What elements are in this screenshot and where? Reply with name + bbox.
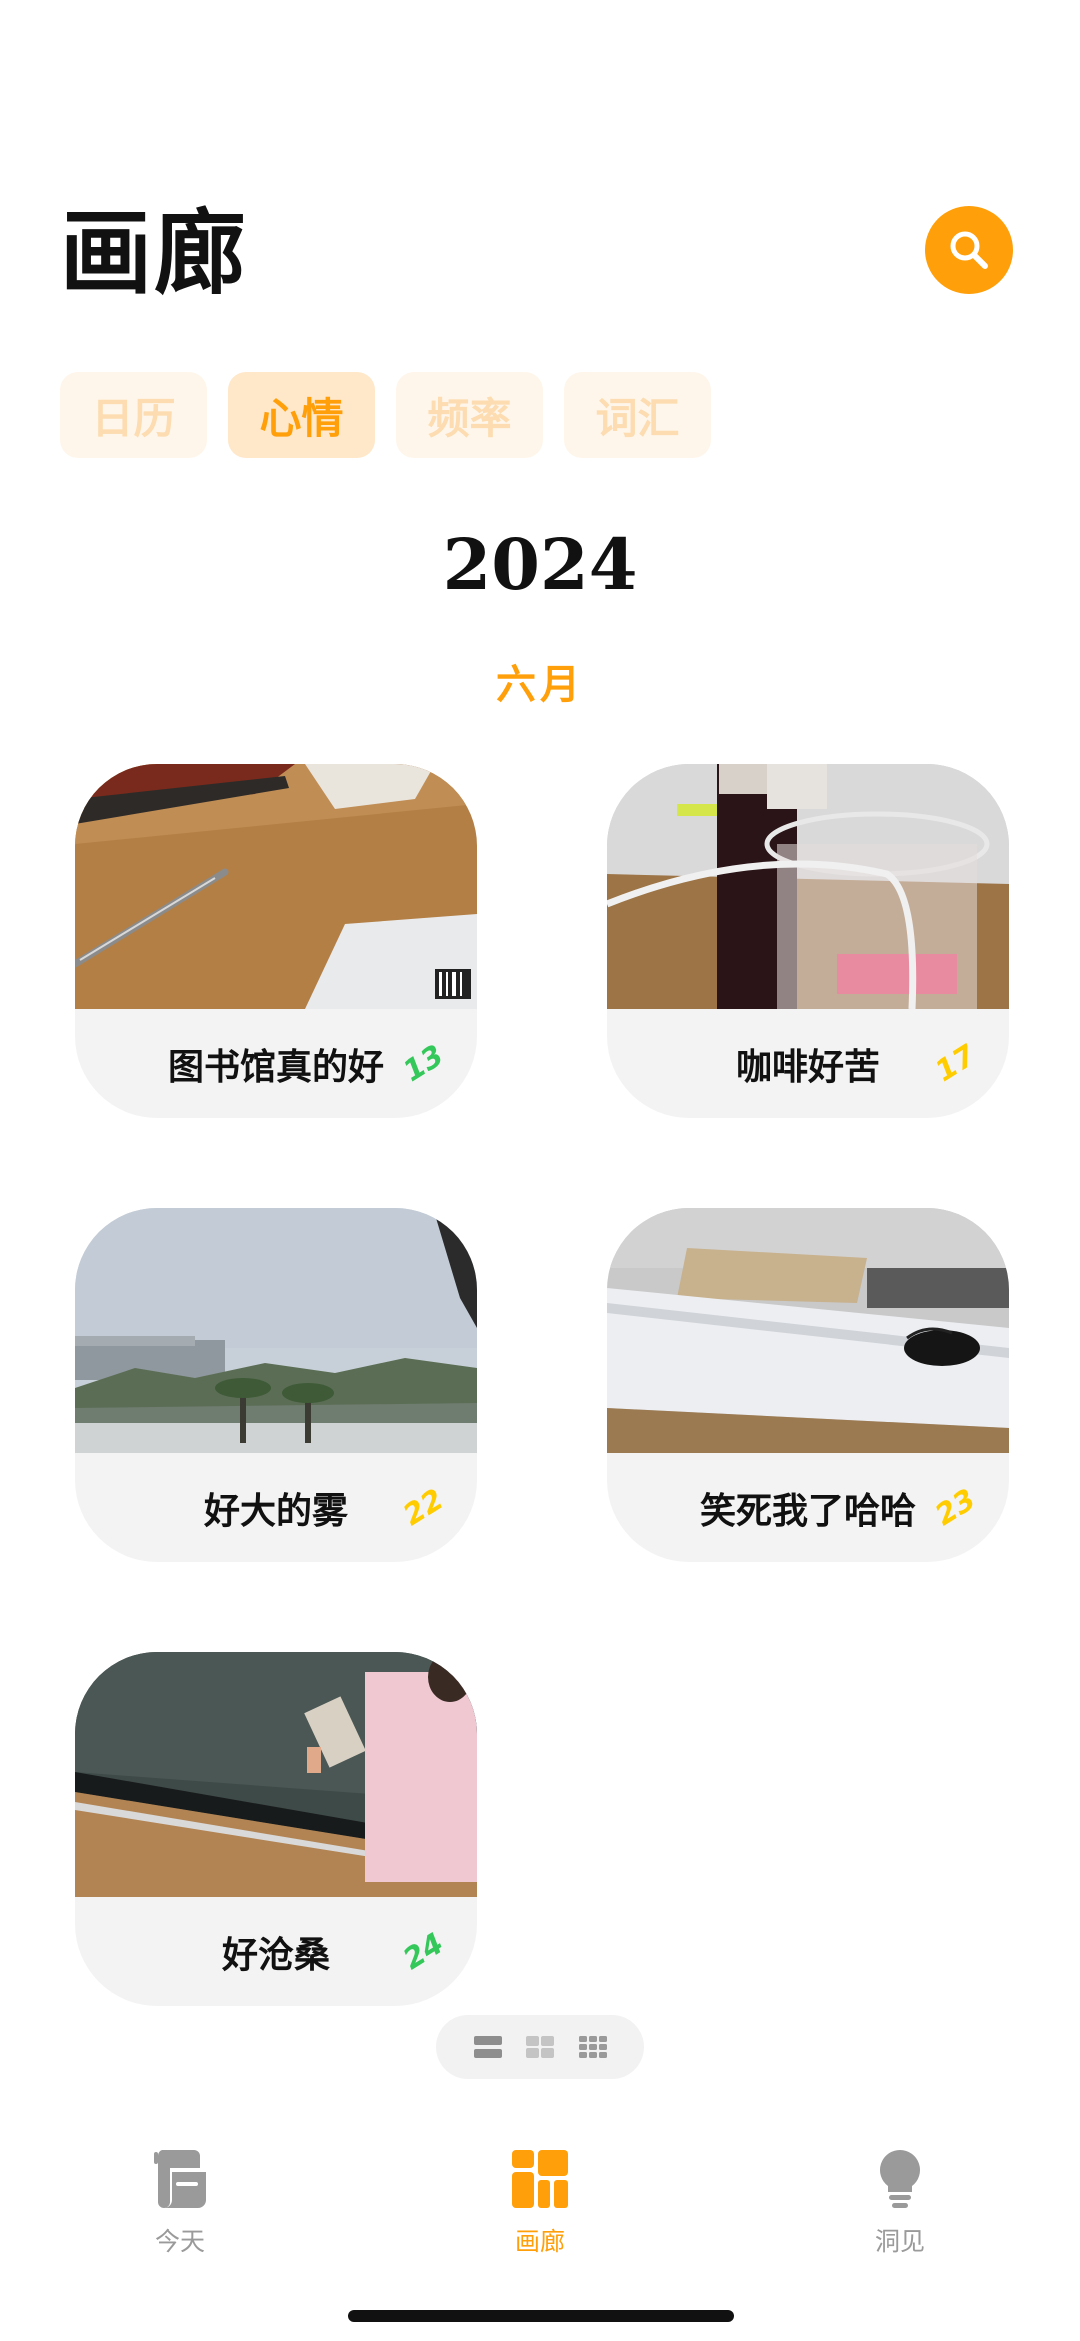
grid-2-icon[interactable]: [525, 2034, 555, 2060]
entry-photo: [607, 1208, 1009, 1453]
rows-icon[interactable]: [473, 2034, 503, 2060]
month-heading: 六月: [496, 662, 584, 708]
search-icon: [950, 231, 988, 269]
home-indicator: [348, 2310, 734, 2322]
entry-photo: [607, 764, 1009, 1009]
layout-switcher[interactable]: [436, 2015, 644, 2079]
tab-mood[interactable]: 心情: [228, 372, 375, 458]
tab-mood-label: 心情: [259, 393, 344, 443]
journal-icon: [154, 2150, 206, 2208]
entry-card[interactable]: 好大的雾 22: [75, 1208, 477, 1562]
tabbar-item-gallery[interactable]: 画廊: [460, 2148, 620, 2258]
tabbar-label-today: 今天: [154, 2227, 205, 2256]
tab-calendar[interactable]: 日历: [60, 372, 207, 458]
gallery-icon: [512, 2150, 568, 2208]
tab-frequency[interactable]: 频率: [396, 372, 543, 458]
page-title: 画廊: [60, 199, 249, 307]
tabbar-label-gallery: 画廊: [514, 2227, 565, 2256]
tabbar-label-insights: 洞见: [874, 2227, 925, 2256]
entry-photo: [75, 1208, 477, 1453]
year-heading: 2024: [442, 523, 638, 606]
tab-vocabulary-label: 词汇: [595, 393, 680, 443]
search-button[interactable]: [925, 206, 1013, 294]
entry-photo: [75, 1652, 477, 1897]
entry-card[interactable]: 笑死我了哈哈 23: [607, 1208, 1009, 1562]
entry-card[interactable]: 图书馆真的好 13: [75, 764, 477, 1118]
tab-calendar-label: 日历: [91, 393, 176, 443]
entry-photo: [75, 764, 477, 1009]
tabbar-item-today[interactable]: 今天: [100, 2148, 260, 2258]
tab-vocabulary[interactable]: 词汇: [564, 372, 711, 458]
tabbar-item-insights[interactable]: 洞见: [820, 2148, 980, 2258]
grid-3-icon[interactable]: [578, 2034, 608, 2060]
entry-card[interactable]: 咖啡好苦 17: [607, 764, 1009, 1118]
tab-frequency-label: 频率: [427, 393, 512, 443]
lightbulb-icon: [880, 2150, 920, 2208]
entry-card[interactable]: 好沧桑 24: [75, 1652, 477, 2006]
